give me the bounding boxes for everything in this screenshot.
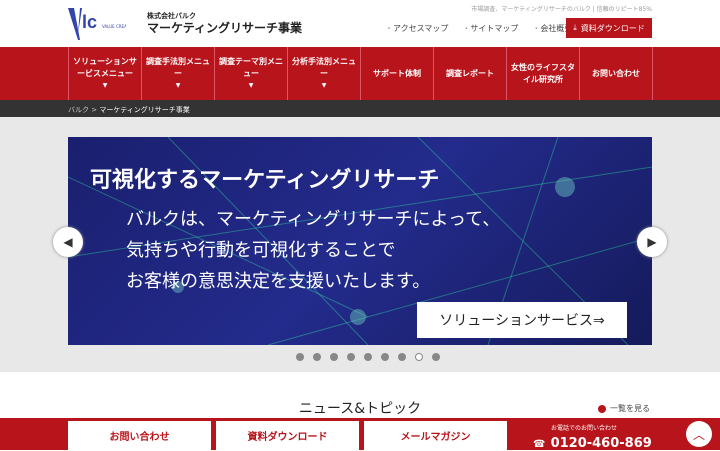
download-icon: ⤓ <box>573 23 577 32</box>
download-button[interactable]: ⤓ 資料ダウンロード <box>566 18 652 38</box>
header: lcVALUE CREATE 株式会社バルク マーケティングリサーチ事業 市場調… <box>0 0 720 47</box>
nav-theme[interactable]: 調査テーマ別メニュー ▼ <box>215 47 288 100</box>
footer-download-button[interactable]: 資料ダウンロード <box>216 421 359 450</box>
logo[interactable]: lc VALUE CREATE <box>66 4 132 42</box>
nav-method[interactable]: 調査手法別メニュー ▼ <box>142 47 215 100</box>
banner-line: 気持ちや行動を可視化することで <box>126 240 396 261</box>
nav-support[interactable]: サポート体制 <box>361 47 434 100</box>
hero-banner[interactable]: 可視化するマーケティングリサーチ バルクは、マーケティングリサーチによって、 気… <box>68 137 652 345</box>
nav-analysis[interactable]: 分析手法別メニュー ▼ <box>288 47 361 100</box>
carousel-dot[interactable] <box>296 353 304 361</box>
carousel-dot[interactable] <box>432 353 440 361</box>
arrow-circle-icon <box>598 404 606 413</box>
carousel-dot[interactable] <box>347 353 355 361</box>
carousel-dots <box>296 353 440 361</box>
chevron-down-icon: ▼ <box>321 81 327 89</box>
nav-contact[interactable]: お問い合わせ <box>580 47 653 100</box>
link-access-map[interactable]: アクセスマップ <box>385 23 448 34</box>
breadcrumb-current: マーケティングリサーチ事業 <box>99 106 190 114</box>
footer-mail-button[interactable]: メールマガジン <box>364 421 507 450</box>
carousel-prev-button[interactable]: ◀ <box>53 227 83 257</box>
breadcrumb-home[interactable]: バルク <box>68 106 89 114</box>
breadcrumb: バルク > マーケティングリサーチ事業 <box>0 100 720 117</box>
back-to-top-button[interactable]: ︿ <box>686 421 712 447</box>
banner-title: 可視化するマーケティングリサーチ <box>90 168 440 193</box>
division-title: マーケティングリサーチ事業 <box>147 21 303 35</box>
phone-icon: ☎ <box>533 439 546 450</box>
nav-solution[interactable]: ソリューションサービスメニュー ▼ <box>69 47 142 100</box>
carousel-dot[interactable] <box>398 353 406 361</box>
tagline: 市場調査、マーケティングリサーチのバルク | 信頼のリピート85% <box>471 6 652 13</box>
chevron-down-icon: ▼ <box>248 81 254 89</box>
phone-contact[interactable]: お電話でのお問い合わせ ☎ 0120-460-869 <box>533 423 652 451</box>
footer-bar: お問い合わせ 資料ダウンロード メールマガジン お電話でのお問い合わせ ☎ 012… <box>0 418 720 451</box>
view-all-link[interactable]: 一覧を見る <box>598 403 650 414</box>
carousel-dot[interactable] <box>381 353 389 361</box>
chevron-down-icon: ▼ <box>102 81 108 89</box>
main-nav: ソリューションサービスメニュー ▼ 調査手法別メニュー ▼ 調査テーマ別メニュー ▼ … <box>0 47 720 100</box>
chevron-down-icon: ▼ <box>175 81 181 89</box>
carousel-dot[interactable] <box>364 353 372 361</box>
svg-text:VALUE CREATE: VALUE CREATE <box>102 24 126 29</box>
solution-service-button[interactable]: ソリューションサービス⇒ <box>417 302 627 338</box>
banner-line: お客様の意思決定を支援いたします。 <box>126 271 431 292</box>
carousel-next-button[interactable]: ▶ <box>637 227 667 257</box>
banner-line: バルクは、マーケティングリサーチによって、 <box>126 209 501 230</box>
carousel-dot[interactable] <box>313 353 321 361</box>
link-sitemap[interactable]: サイトマップ <box>462 23 518 34</box>
nav-lifestyle[interactable]: 女性のライフスタイル研究所 <box>507 47 580 100</box>
carousel-dot[interactable] <box>330 353 338 361</box>
svg-text:lc: lc <box>82 12 97 32</box>
carousel-dot[interactable] <box>415 353 423 361</box>
nav-report[interactable]: 調査レポート <box>434 47 507 100</box>
footer-contact-button[interactable]: お問い合わせ <box>68 421 211 450</box>
